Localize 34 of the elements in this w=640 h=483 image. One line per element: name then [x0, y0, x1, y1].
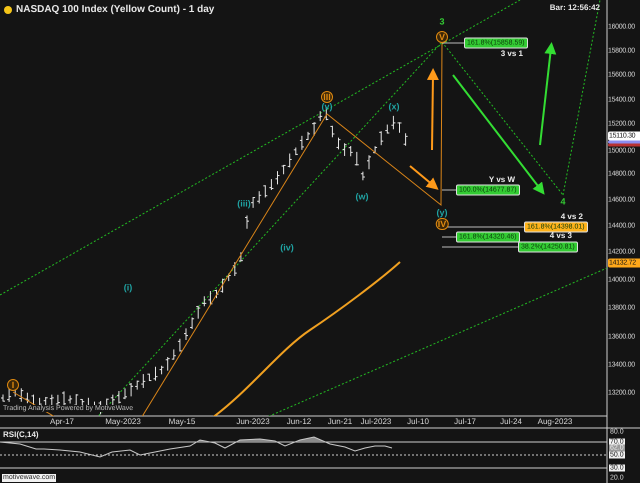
wave-label: V	[436, 31, 448, 43]
time-axis-label: Jul-2023	[360, 418, 392, 426]
target-caption: Y vs W	[488, 176, 515, 184]
time-axis-label: Jul-24	[500, 418, 522, 426]
wave-label: (iv)	[280, 244, 294, 252]
rsi-title: RSI(C,14)	[3, 431, 39, 439]
wave-label: (y)	[436, 208, 448, 218]
down-arrow	[409, 165, 439, 190]
wave-label: (iii)	[237, 200, 251, 208]
leader-line	[442, 236, 456, 238]
time-axis-label: Jun-21	[328, 418, 352, 426]
wave-label: IV	[436, 218, 448, 230]
wave-label: 4	[560, 198, 566, 206]
leader-line	[442, 42, 464, 44]
wave-label: (v)	[322, 102, 332, 112]
time-axis-label: Jun-2023	[236, 418, 270, 426]
time-axis-label: Jul-10	[407, 418, 429, 426]
time-axis-label: Jun-12	[286, 418, 312, 426]
target-caption: 3 vs 1	[500, 50, 523, 58]
time-axis-label: Apr-17	[50, 418, 74, 426]
wave-label: (w)	[356, 192, 368, 202]
wave-label: (i)	[124, 284, 132, 292]
wave-label: (x)	[388, 102, 400, 112]
wave-label: III	[321, 91, 333, 103]
time-axis-label: Jul-17	[454, 418, 476, 426]
chart-title: NASDAQ 100 Index (Yellow Count) - 1 day	[16, 3, 214, 17]
time-axis-label: May-2023	[105, 418, 141, 426]
target-caption: 4 vs 2	[560, 213, 583, 221]
target-caption: 4 vs 3	[550, 232, 572, 240]
bar-timer: Bar: 12:56:42	[550, 2, 600, 14]
wave-label: 3	[440, 18, 444, 26]
wave-label: I	[7, 379, 19, 391]
time-axis-label: Aug-2023	[538, 418, 572, 426]
time-axis-label: May-15	[168, 418, 196, 426]
